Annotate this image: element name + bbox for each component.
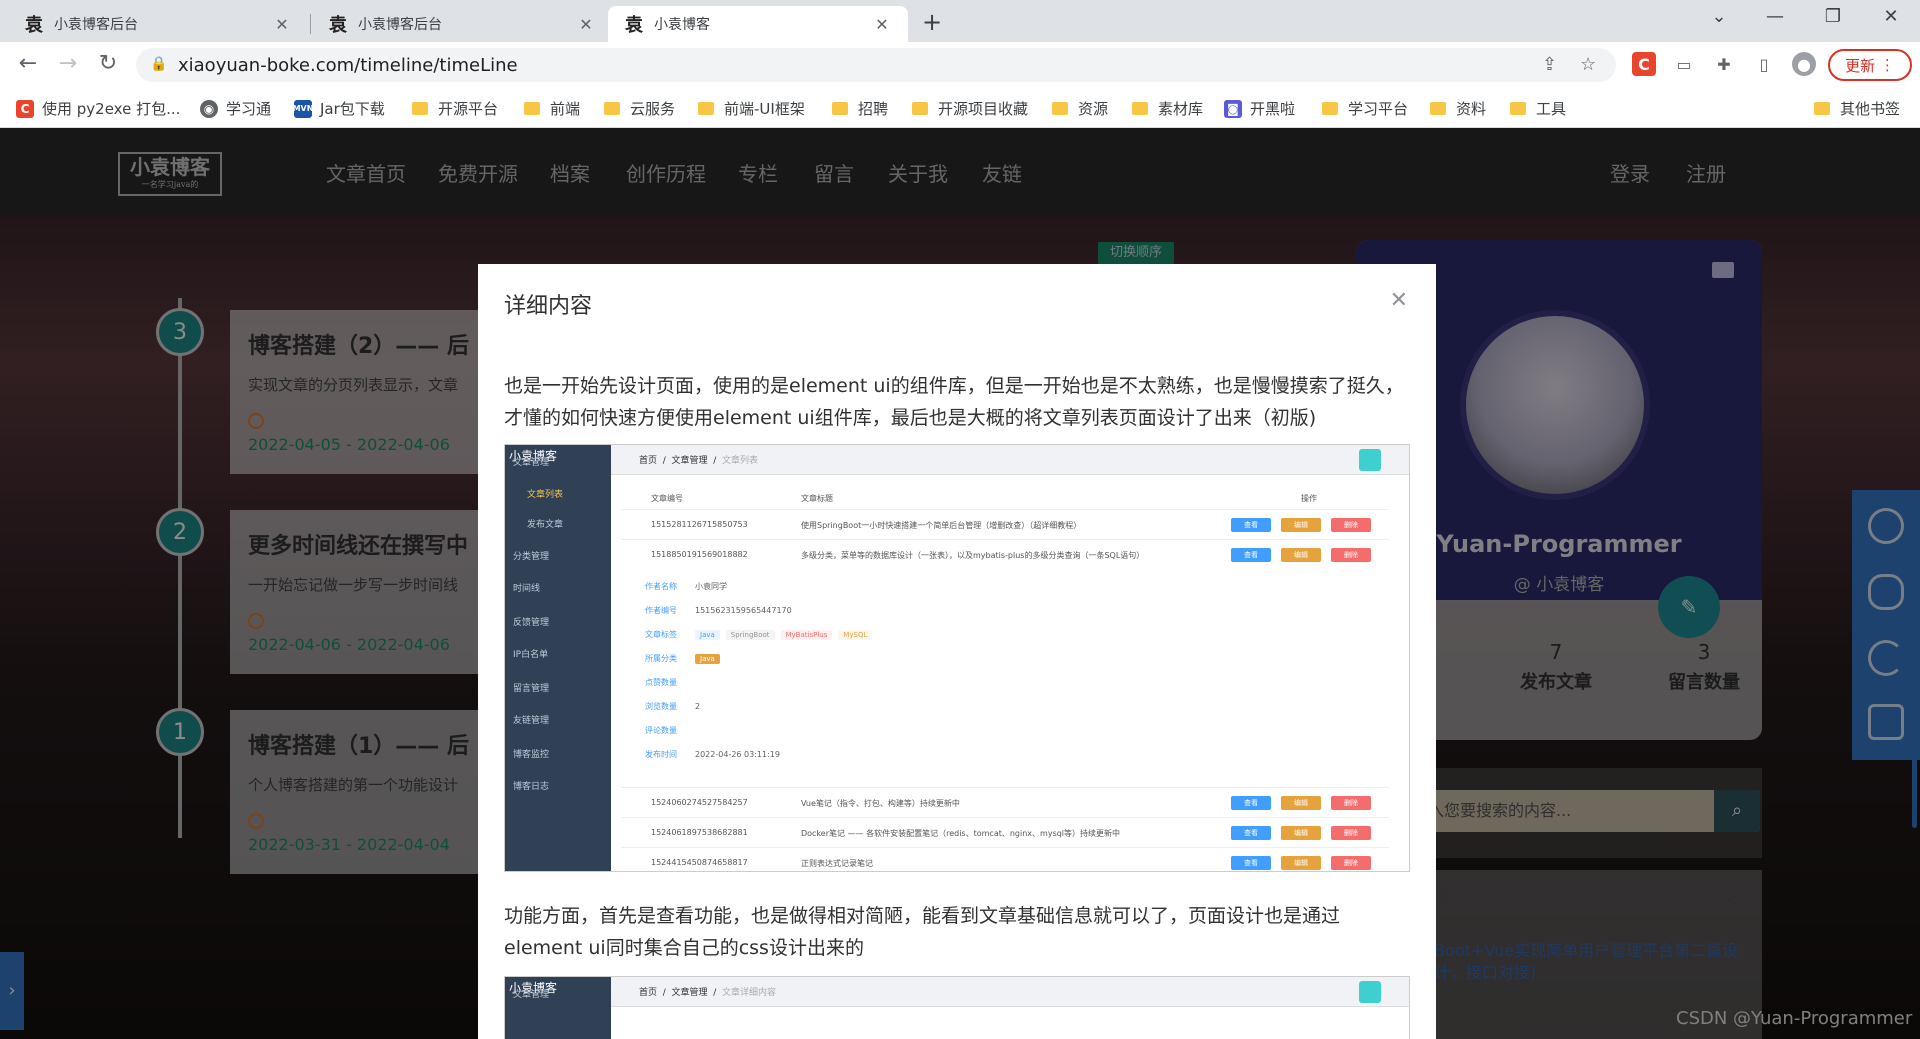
bookmark-folder[interactable]: 云服务 <box>604 98 675 119</box>
folder-icon <box>524 102 540 115</box>
csdn-icon: C <box>16 99 34 118</box>
avatar <box>1359 981 1381 1003</box>
folder-icon <box>1510 102 1526 115</box>
profile-avatar-icon[interactable]: ● <box>1792 52 1816 76</box>
tab-divider <box>310 14 311 34</box>
close-icon[interactable]: ✕ <box>1390 288 1408 313</box>
browser-tab[interactable]: 袁 小袁博客后台 ✕ <box>8 6 308 42</box>
reload-icon[interactable]: ↻ <box>94 51 122 76</box>
kaiheila-icon: ◙ <box>1224 99 1242 118</box>
restore-window-icon[interactable]: ❐ <box>1810 6 1856 27</box>
tab-search-chevron-icon[interactable]: ⌄ <box>1696 6 1742 27</box>
bookmarks-bar: C 使用 py2exe 打包... ◉ 学习通 MVN Jar包下载 开源平台 前端 … <box>0 88 1920 128</box>
folder-icon <box>698 102 714 115</box>
table-row: 1524060274527584257 Vue笔记（指令、打包、构建等）持续更新… <box>621 787 1389 817</box>
folder-icon <box>412 102 428 115</box>
site-favicon-icon: 袁 <box>329 15 347 36</box>
back-arrow-icon[interactable]: ← <box>14 51 42 76</box>
table-row: 1518850191569018882 多级分类，菜单等的数据库设计（一张表），… <box>621 539 1389 569</box>
browser-tab-strip: 袁 小袁博客后台 ✕ 袁 小袁博客后台 ✕ 袁 小袁博客 ✕ + ⌄ — ❐ ✕ <box>0 0 1920 42</box>
puzzle-extensions-icon[interactable]: ✚ <box>1712 52 1736 76</box>
globe-icon: ◉ <box>200 99 218 118</box>
folder-icon <box>1814 102 1830 115</box>
update-button[interactable]: 更新 ⋮ <box>1828 49 1912 81</box>
site-favicon-icon: 袁 <box>25 15 43 36</box>
new-tab-plus-icon[interactable]: + <box>922 8 942 36</box>
share-icon[interactable]: ⇪ <box>1542 54 1557 75</box>
url-text[interactable]: xiaoyuan-boke.com/timeline/timeLine <box>178 55 518 76</box>
admin-sidebar: 小袁博客 文章管理 文章列表 发布文章 分类管理 时间线 反馈管理 IP白名单 … <box>505 445 611 871</box>
update-label: 更新 <box>1845 56 1876 75</box>
modal-paragraph: 也是一开始先设计页面，使用的是element ui的组件库，但是一开始也是不太熟… <box>504 375 1404 429</box>
forward-arrow-icon[interactable]: → <box>54 51 82 76</box>
browser-tab[interactable]: 袁 小袁博客后台 ✕ <box>312 6 612 42</box>
bookmark-folder[interactable]: 开源平台 <box>412 98 498 119</box>
bookmark-folder[interactable]: 素材库 <box>1132 98 1203 119</box>
modal-paragraph: 功能方面，首先是查看功能，也是做得相对简陋，能看到文章基础信息就可以了，页面设计… <box>504 905 1341 959</box>
lock-icon[interactable]: 🔒 <box>150 56 167 72</box>
bookmark-item[interactable]: MVN Jar包下载 <box>293 98 385 119</box>
article-table: 文章编号 文章标题 操作 1515281126715850753 使用Sprin… <box>621 485 1389 871</box>
bookmark-star-icon[interactable]: ☆ <box>1580 54 1596 75</box>
folder-icon <box>604 102 620 115</box>
bookmark-folder[interactable]: 资料 <box>1430 98 1486 119</box>
csdn-extension-icon[interactable]: C <box>1632 52 1656 76</box>
tab-title: 小袁博客后台 <box>54 17 138 33</box>
folder-icon <box>1132 102 1148 115</box>
bookmark-folder[interactable]: 前端 <box>524 98 580 119</box>
detail-modal: 详细内容 ✕ 也是一开始先设计页面，使用的是element ui的组件库，但是一… <box>478 264 1436 1039</box>
bookmark-folder[interactable]: 工具 <box>1510 98 1566 119</box>
other-bookmarks-folder[interactable]: 其他书签 <box>1814 98 1900 119</box>
admin-topbar: 首页 / 文章管理 / 文章详细内容 <box>611 977 1409 1007</box>
browser-tab-active[interactable]: 袁 小袁博客 ✕ <box>608 6 908 42</box>
folder-icon <box>832 102 848 115</box>
mvn-icon: MVN <box>293 99 313 118</box>
bookmark-folder[interactable]: 开源项目收藏 <box>912 98 1028 119</box>
bookmark-folder[interactable]: 学习平台 <box>1322 98 1408 119</box>
site-favicon-icon: 袁 <box>625 15 643 36</box>
folder-icon <box>1052 102 1068 115</box>
bookmark-folder[interactable]: 资源 <box>1052 98 1108 119</box>
admin-topbar: 首页 / 文章管理 / 文章列表 <box>611 445 1409 475</box>
modal-title: 详细内容 <box>504 294 593 319</box>
close-tab-icon[interactable]: ✕ <box>576 15 596 34</box>
bookmark-item[interactable]: ◉ 学习通 <box>200 98 271 119</box>
folder-icon <box>1430 102 1446 115</box>
close-window-icon[interactable]: ✕ <box>1868 6 1914 27</box>
tab-title: 小袁博客 <box>654 17 710 33</box>
browser-toolbar: ← → ↻ 🔒 xiaoyuan-boke.com/timeline/timeL… <box>0 42 1920 88</box>
folder-icon <box>1322 102 1338 115</box>
avatar <box>1359 449 1381 471</box>
extension-icon[interactable]: ▭ <box>1672 52 1696 76</box>
detail-screenshot: 小袁博客 文章管理 首页 / 文章管理 / 文章详细内容 <box>504 976 1410 1039</box>
close-tab-icon[interactable]: ✕ <box>872 15 892 34</box>
table-row: 1515281126715850753 使用SpringBoot一小时快速搭建一… <box>621 509 1389 539</box>
bookmark-folder[interactable]: 前端-UI框架 <box>698 98 805 119</box>
side-panel-icon[interactable]: ▯ <box>1752 52 1776 76</box>
folder-icon <box>912 102 928 115</box>
close-tab-icon[interactable]: ✕ <box>272 15 292 34</box>
bookmark-item[interactable]: ◙ 开黑啦 <box>1224 98 1295 119</box>
bookmark-folder[interactable]: 招聘 <box>832 98 888 119</box>
tab-title: 小袁博客后台 <box>358 17 442 33</box>
table-row: 1524415450874658817 正则表达式记录笔记 查看 编辑 删除 <box>621 847 1389 871</box>
article-screenshot: 小袁博客 文章管理 文章列表 发布文章 分类管理 时间线 反馈管理 IP白名单 … <box>504 444 1410 872</box>
address-bar[interactable]: 🔒 xiaoyuan-boke.com/timeline/timeLine ⇪ … <box>136 48 1616 82</box>
admin-sidebar: 小袁博客 文章管理 <box>505 977 611 1039</box>
table-row: 1524061897538682881 Docker笔记 —— 各软件安装配置笔… <box>621 817 1389 847</box>
minimize-icon[interactable]: — <box>1752 6 1798 27</box>
page-viewport: 小袁博客 一名学习java的 文章首页 免费开源 档案 创作历程 专栏 留言 关… <box>0 128 1920 1039</box>
bookmark-item[interactable]: C 使用 py2exe 打包... <box>16 98 180 119</box>
